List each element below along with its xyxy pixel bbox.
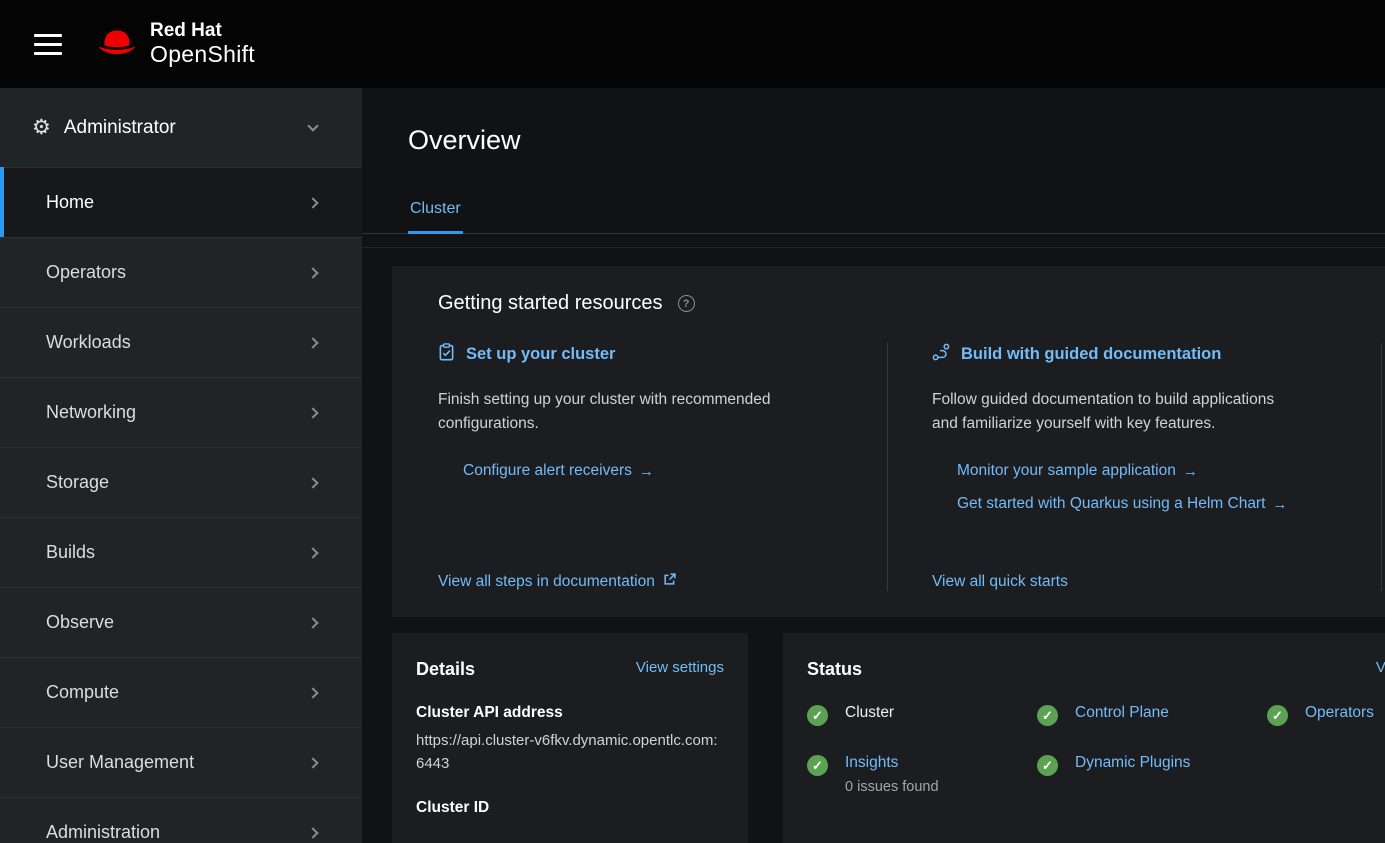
status-item-dynamic-plugins: ✓ Dynamic Plugins <box>1037 754 1267 795</box>
guided-documentation-icon <box>932 343 950 366</box>
chevron-right-icon <box>307 827 318 838</box>
sidebar-item-user-management[interactable]: User Management <box>0 727 362 797</box>
status-item-cluster: ✓ Cluster <box>807 704 1037 726</box>
hamburger-icon <box>34 34 62 37</box>
nav-toggle-button[interactable] <box>26 26 70 63</box>
help-icon[interactable]: ? <box>678 295 695 312</box>
sidebar-item-label: Builds <box>46 542 95 563</box>
chevron-right-icon <box>307 617 318 628</box>
getting-started-title: Getting started resources <box>438 292 663 315</box>
masthead: Red Hat OpenShift <box>0 0 1385 88</box>
sidebar-item-label: User Management <box>46 752 194 773</box>
status-item-operators: ✓ Operators <box>1267 704 1385 726</box>
monitor-sample-application-link[interactable]: Monitor your sample application → <box>957 462 1198 480</box>
getting-started-card: Getting started resources ? <box>392 266 1385 617</box>
guided-documentation-column: Build with guided documentation Follow g… <box>932 343 1337 591</box>
dynamic-plugins-link[interactable]: Dynamic Plugins <box>1075 754 1190 771</box>
check-circle-icon: ✓ <box>1037 705 1058 726</box>
guided-documentation-description: Follow guided documentation to build app… <box>932 388 1292 436</box>
sidebar-item-label: Operators <box>46 262 126 283</box>
cluster-api-address-value: https://api.cluster-v6fkv.dynamic.opentl… <box>416 730 724 775</box>
arrow-right-icon: → <box>1183 464 1198 479</box>
chevron-right-icon <box>307 547 318 558</box>
external-link-icon <box>663 573 676 591</box>
sidebar-item-networking[interactable]: Networking <box>0 377 362 447</box>
brand-logo: Red Hat OpenShift <box>96 21 255 66</box>
sidebar-item-operators[interactable]: Operators <box>0 237 362 307</box>
gear-icon: ⚙ <box>32 117 51 138</box>
column-divider <box>887 343 888 591</box>
overview-dashboard: Getting started resources ? <box>362 247 1385 843</box>
chevron-right-icon <box>307 337 318 348</box>
brand-name: Red Hat <box>150 21 255 42</box>
column-divider <box>1381 343 1382 591</box>
chevron-down-icon <box>307 120 318 131</box>
sidebar-item-label: Workloads <box>46 332 131 353</box>
chevron-right-icon <box>307 477 318 488</box>
chevron-right-icon <box>307 197 318 208</box>
details-card-title: Details <box>416 659 475 680</box>
insights-link[interactable]: Insights <box>845 754 898 771</box>
check-circle-icon: ✓ <box>807 705 828 726</box>
quarkus-helm-chart-link[interactable]: Get started with Quarkus using a Helm Ch… <box>957 495 1287 513</box>
tab-cluster[interactable]: Cluster <box>408 182 463 233</box>
check-circle-icon: ✓ <box>1037 755 1058 776</box>
sidebar-item-compute[interactable]: Compute <box>0 657 362 727</box>
sidebar-item-home[interactable]: Home <box>0 167 362 237</box>
sidebar-item-builds[interactable]: Builds <box>0 517 362 587</box>
sidebar-item-label: Storage <box>46 472 109 493</box>
chevron-right-icon <box>307 687 318 698</box>
sidebar-item-observe[interactable]: Observe <box>0 587 362 657</box>
view-settings-link[interactable]: View settings <box>636 659 724 676</box>
check-circle-icon: ✓ <box>807 755 828 776</box>
view-all-steps-link[interactable]: View all steps in documentation <box>438 573 676 591</box>
status-label: Cluster <box>845 704 894 721</box>
guided-documentation-title: Build with guided documentation <box>932 343 1292 366</box>
status-item-insights: ✓ Insights 0 issues found <box>807 754 1037 795</box>
sidebar-item-label: Networking <box>46 402 136 423</box>
sidebar-item-label: Home <box>46 192 94 213</box>
operators-link[interactable]: Operators <box>1305 704 1374 721</box>
chevron-right-icon <box>307 407 318 418</box>
sidebar-item-label: Observe <box>46 612 114 633</box>
page-title: Overview <box>408 122 1339 158</box>
arrow-right-icon: → <box>1272 497 1287 512</box>
configure-alert-receivers-link[interactable]: Configure alert receivers → <box>463 462 654 480</box>
setup-cluster-description: Finish setting up your cluster with reco… <box>438 388 798 436</box>
sidebar-item-storage[interactable]: Storage <box>0 447 362 517</box>
perspective-label: Administrator <box>64 117 176 139</box>
chevron-right-icon <box>307 757 318 768</box>
view-all-quick-starts-link[interactable]: View all quick starts <box>932 573 1068 591</box>
status-card-title: Status <box>807 659 862 680</box>
view-alerts-link[interactable]: View alerts <box>1376 659 1385 676</box>
sidebar-item-administration[interactable]: Administration <box>0 797 362 843</box>
status-card: Status View alerts ✓ Cluster ✓ <box>783 633 1385 843</box>
status-item-control-plane: ✓ Control Plane <box>1037 704 1267 726</box>
chevron-right-icon <box>307 267 318 278</box>
product-name: OpenShift <box>150 42 255 67</box>
redhat-fedora-icon <box>96 27 138 62</box>
arrow-right-icon: → <box>639 464 654 479</box>
task-list-icon <box>438 343 455 366</box>
cluster-api-address-label: Cluster API address <box>416 704 724 722</box>
details-card: Details View settings Cluster API addres… <box>392 633 748 843</box>
setup-cluster-column: Set up your cluster Finish setting up yo… <box>438 343 843 591</box>
check-circle-icon: ✓ <box>1267 705 1288 726</box>
tab-bar: Cluster <box>362 182 1385 234</box>
perspective-switcher[interactable]: ⚙ Administrator <box>0 88 362 167</box>
sidebar-nav: ⚙ Administrator Home Operators Workloads… <box>0 88 362 843</box>
sidebar-item-workloads[interactable]: Workloads <box>0 307 362 377</box>
sidebar-item-label: Compute <box>46 682 119 703</box>
control-plane-link[interactable]: Control Plane <box>1075 704 1169 721</box>
main-content: Overview Cluster Getting started resourc… <box>362 88 1385 843</box>
cluster-id-label: Cluster ID <box>416 799 724 817</box>
setup-cluster-title: Set up your cluster <box>438 343 798 366</box>
insights-issues-count: 0 issues found <box>845 779 939 795</box>
sidebar-item-label: Administration <box>46 822 160 843</box>
